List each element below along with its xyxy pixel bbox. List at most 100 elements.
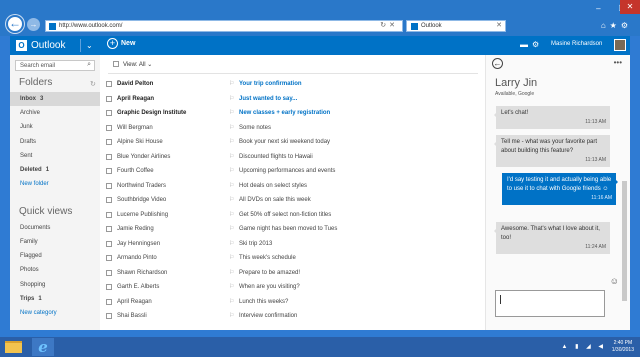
search-input[interactable]: Search email ⌕ (15, 60, 95, 71)
chat-scrollbar[interactable] (622, 181, 627, 301)
new-category-link[interactable]: New category (10, 306, 100, 320)
new-label: New (121, 40, 136, 47)
flag-icon[interactable]: ⚐ (229, 164, 234, 178)
header-icons[interactable]: ▬⚙ (520, 40, 543, 49)
close-tab-icon[interactable]: ✕ (496, 21, 502, 31)
table-row[interactable]: Armando Pinto ⚐ This week's schedule (100, 251, 485, 265)
row-checkbox[interactable] (106, 269, 112, 276)
sidebar-item-flagged[interactable]: Flagged (10, 249, 100, 263)
row-checkbox[interactable] (106, 95, 112, 102)
table-row[interactable]: April Reagan ⚐ Just wanted to say... (100, 92, 485, 106)
browser-tab[interactable]: Outlook ✕ (406, 20, 506, 32)
flag-icon[interactable]: ⚐ (229, 179, 234, 193)
new-folder-link[interactable]: New folder (10, 177, 100, 191)
row-checkbox[interactable] (106, 139, 112, 145)
flag-icon[interactable]: ⚐ (229, 251, 234, 265)
flag-icon[interactable]: ⚐ (229, 135, 234, 149)
sidebar-item-shopping[interactable]: Shopping (10, 278, 100, 292)
row-checkbox[interactable] (106, 211, 112, 218)
flag-icon[interactable]: ⚐ (229, 309, 234, 323)
sidebar-item-documents[interactable]: Documents (10, 221, 100, 235)
row-checkbox[interactable] (106, 240, 112, 247)
table-row[interactable]: Northwind Traders ⚐ Hot deals on select st… (100, 179, 485, 193)
row-checkbox[interactable] (106, 284, 112, 290)
flag-icon[interactable]: ⚐ (229, 295, 234, 309)
flag-icon[interactable]: ⚐ (229, 77, 234, 91)
table-row[interactable]: Jamie Reding ⚐ Game night has been moved t… (100, 222, 485, 236)
flag-icon[interactable]: ⚐ (229, 150, 234, 164)
row-checkbox[interactable] (106, 255, 112, 261)
sidebar-item-junk[interactable]: Junk (10, 120, 100, 134)
table-row[interactable]: Fourth Coffee ⚐ Upcoming performances and … (100, 164, 485, 178)
app-switcher-chevron-icon[interactable]: ⌄ (80, 39, 93, 52)
file-explorer-icon[interactable] (5, 341, 22, 353)
table-row[interactable]: Garth E. Alberts ⚐ When are you visiting? (100, 280, 485, 294)
sidebar-item-photos[interactable]: Photos (10, 263, 100, 277)
refresh-icon[interactable]: ↻✕ (380, 21, 398, 31)
avatar[interactable] (614, 39, 626, 51)
system-tray-icons[interactable]: ▲ ▮ ◢ ◀ (562, 343, 606, 350)
row-checkbox[interactable] (106, 81, 112, 87)
flag-icon[interactable]: ⚐ (229, 121, 234, 135)
table-row[interactable]: David Pelton ⚐ Your trip confirmation (100, 77, 485, 91)
flag-icon[interactable]: ⚐ (229, 266, 234, 280)
table-row[interactable]: Will Bergman ⚐ Some notes (100, 121, 485, 135)
table-row[interactable]: Alpine Ski House ⚐ Book your next ski week… (100, 135, 485, 149)
message-subject: Get 50% off select non-fiction titles (239, 211, 332, 218)
forward-arrow-icon[interactable]: → (27, 18, 40, 31)
emoticon-icon[interactable]: ☺ (610, 276, 619, 286)
flag-icon[interactable]: ⚐ (229, 237, 234, 251)
more-options-icon[interactable]: ••• (614, 58, 622, 67)
row-checkbox[interactable] (106, 313, 112, 319)
chat-icon[interactable]: ▬ (520, 40, 532, 49)
flag-icon[interactable]: ⚐ (229, 222, 234, 236)
flag-icon[interactable]: ⚐ (229, 208, 234, 222)
chat-message: Let's chat! 11:13 AM (494, 106, 610, 129)
table-row[interactable]: Blue Yonder Airlines ⚐ Discounted flights … (100, 150, 485, 164)
sidebar-item-sent[interactable]: Sent (10, 149, 100, 163)
sidebar-item-trips[interactable]: Trips 1 (10, 292, 100, 306)
clock-time: 2:40 PM (613, 340, 633, 346)
message-sender: Southbridge Video (117, 197, 167, 203)
table-row[interactable]: Southbridge Video ⚐ All DVDs on sale this … (100, 193, 485, 207)
table-row[interactable]: Jay Henningsen ⚐ Ski trip 2013 (100, 237, 485, 251)
select-all-checkbox[interactable] (113, 61, 119, 68)
user-name[interactable]: Masine Richardson (551, 41, 602, 47)
row-checkbox[interactable] (106, 168, 112, 174)
table-row[interactable]: Shawn Richardson ⚐ Prepare to be amazed! (100, 266, 485, 280)
flag-icon[interactable]: ⚐ (229, 193, 234, 207)
gear-icon[interactable]: ⚙ (532, 40, 543, 49)
table-row[interactable]: April Reagan ⚐ Lunch this weeks? (100, 295, 485, 309)
close-window-icon[interactable]: ✕ (620, 0, 640, 14)
row-checkbox[interactable] (106, 124, 112, 131)
sidebar-item-deleted[interactable]: Deleted 1 (10, 163, 100, 177)
sidebar-item-archive[interactable]: Archive (10, 106, 100, 120)
toolbar-icons[interactable]: ⌂★⚙ (601, 21, 632, 30)
table-row[interactable]: Graphic Design Institute ⚐ New classes + e… (100, 106, 485, 120)
new-message-button[interactable]: + New (107, 38, 135, 53)
chat-input[interactable] (495, 290, 605, 317)
internet-explorer-icon[interactable]: e (32, 338, 54, 356)
refresh-folders-icon[interactable]: ↻ (90, 80, 96, 88)
address-bar[interactable]: http://www.outlook.com/ ↻✕ (45, 20, 403, 32)
row-checkbox[interactable] (106, 197, 112, 203)
sidebar-item-inbox[interactable]: Inbox 3 (10, 92, 100, 106)
view-filter[interactable]: View: All ⌄ (113, 61, 152, 68)
row-checkbox[interactable] (106, 182, 112, 189)
row-checkbox[interactable] (106, 226, 112, 232)
sidebar-item-drafts[interactable]: Drafts (10, 135, 100, 149)
taskbar-clock[interactable]: 2:40 PM 1/30/2013 (612, 340, 634, 354)
back-arrow-icon[interactable]: ← (6, 15, 24, 33)
table-row[interactable]: Lucerne Publishing ⚐ Get 50% off select no… (100, 208, 485, 222)
brand-name[interactable]: Outlook (31, 39, 65, 52)
row-checkbox[interactable] (106, 298, 112, 305)
flag-icon[interactable]: ⚐ (229, 92, 234, 106)
back-arrow-icon[interactable]: ← (492, 58, 503, 69)
flag-icon[interactable]: ⚐ (229, 106, 234, 120)
flag-icon[interactable]: ⚐ (229, 280, 234, 294)
row-checkbox[interactable] (106, 153, 112, 160)
search-icon[interactable]: ⌕ (87, 61, 91, 69)
sidebar-item-family[interactable]: Family (10, 235, 100, 249)
row-checkbox[interactable] (106, 110, 112, 116)
table-row[interactable]: Shai Bassli ⚐ Interview confirmation (100, 309, 485, 323)
